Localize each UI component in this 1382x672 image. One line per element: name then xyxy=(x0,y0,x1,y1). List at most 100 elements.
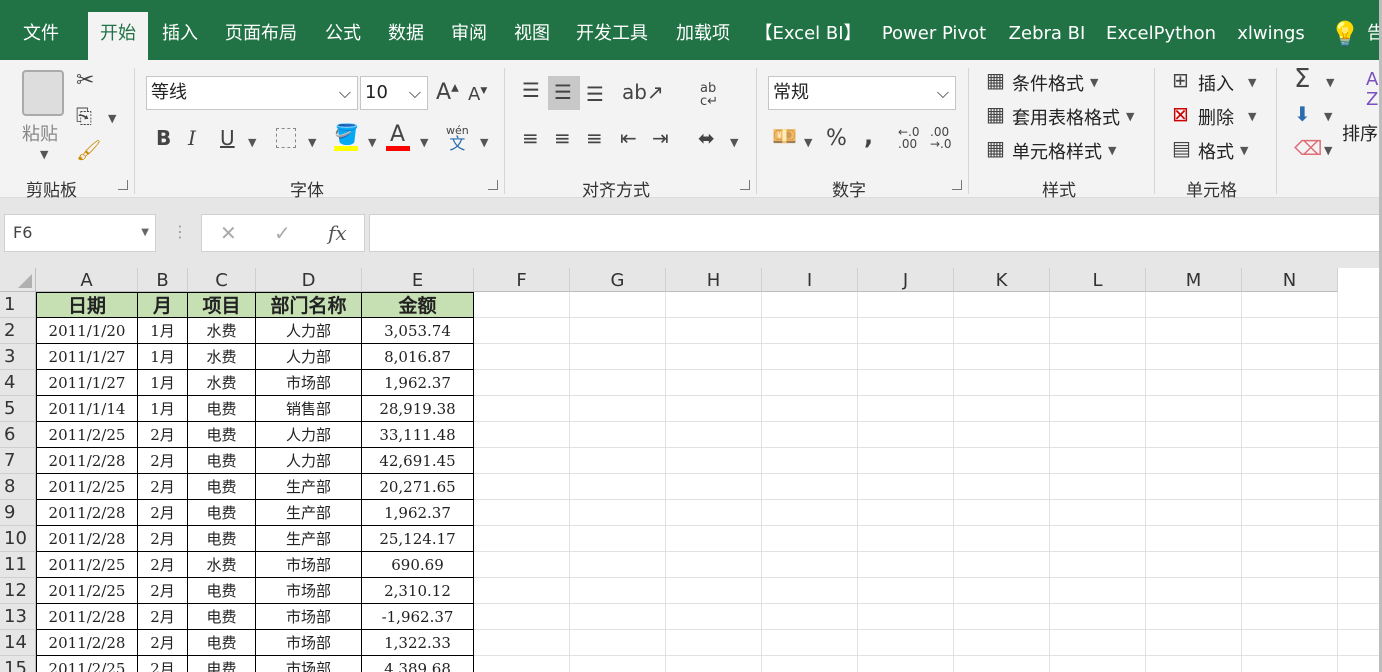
format-cells-icon[interactable]: ▤ xyxy=(1172,138,1191,158)
column-header-I[interactable]: I xyxy=(762,268,858,292)
wrap-text-icon[interactable]: ab c↵ xyxy=(700,82,718,108)
row-header[interactable]: 9 xyxy=(0,500,36,526)
tab-8[interactable]: 开发工具 xyxy=(566,12,658,60)
chevron-down-icon[interactable]: ▼ xyxy=(480,136,488,149)
bold-button[interactable]: B xyxy=(156,128,171,148)
table-cell[interactable]: 8,016.87 xyxy=(362,344,474,370)
chevron-down-icon[interactable]: ▼ xyxy=(1324,110,1332,123)
table-cell[interactable]: 2011/2/25 xyxy=(36,656,138,672)
row-header[interactable]: 5 xyxy=(0,396,36,422)
row-header[interactable]: 12 xyxy=(0,578,36,604)
row-header[interactable]: 14 xyxy=(0,630,36,656)
tab-11[interactable]: Power Pivot xyxy=(876,12,992,60)
table-cell[interactable]: 2月 xyxy=(138,474,188,500)
table-cell[interactable]: 电费 xyxy=(188,448,256,474)
increase-decimal-icon[interactable]: ←.0.00 xyxy=(898,126,920,150)
column-header-J[interactable]: J xyxy=(858,268,954,292)
dialog-launcher-icon[interactable] xyxy=(118,180,128,190)
table-cell[interactable]: 2011/2/25 xyxy=(36,474,138,500)
row-header[interactable]: 6 xyxy=(0,422,36,448)
format-as-table-button[interactable]: 套用表格格式 xyxy=(1012,104,1120,130)
table-cell[interactable]: 电费 xyxy=(188,578,256,604)
clear-icon[interactable]: ⌫ xyxy=(1294,138,1322,158)
chevron-down-icon[interactable]: ▼ xyxy=(1090,76,1098,89)
tab-4[interactable]: 公式 xyxy=(313,12,373,60)
align-top-icon[interactable]: ☰ xyxy=(522,80,540,100)
tab-1[interactable]: 开始 xyxy=(88,12,148,60)
conditional-format-icon[interactable]: ▦ xyxy=(986,70,1005,90)
table-cell[interactable]: 2011/2/25 xyxy=(36,552,138,578)
table-cell[interactable]: 1月 xyxy=(138,396,188,422)
table-cell[interactable]: 市场部 xyxy=(256,578,362,604)
table-cell[interactable]: 2011/2/28 xyxy=(36,500,138,526)
font-size-select[interactable]: 10 ⌵ xyxy=(360,76,428,110)
table-cell[interactable]: 2月 xyxy=(138,526,188,552)
table-cell[interactable]: 电费 xyxy=(188,656,256,672)
row-header[interactable]: 1 xyxy=(0,292,36,318)
table-cell[interactable]: 电费 xyxy=(188,422,256,448)
format-as-table-icon[interactable]: ▦ xyxy=(986,104,1005,124)
table-cell[interactable]: 水费 xyxy=(188,318,256,344)
insert-cells-button[interactable]: 插入 xyxy=(1198,70,1234,96)
chevron-down-icon[interactable]: ▼ xyxy=(1108,144,1116,157)
column-header-F[interactable]: F xyxy=(474,268,570,292)
table-cell[interactable]: 水费 xyxy=(188,344,256,370)
table-cell[interactable]: 2011/2/25 xyxy=(36,422,138,448)
row-header[interactable]: 11 xyxy=(0,552,36,578)
column-header-A[interactable]: A xyxy=(36,268,138,292)
table-cell[interactable]: 2011/2/28 xyxy=(36,526,138,552)
column-header-K[interactable]: K xyxy=(954,268,1050,292)
tab-14[interactable]: xlwings xyxy=(1230,12,1312,60)
decrease-font-icon[interactable]: A▼ xyxy=(468,86,487,104)
tab-2[interactable]: 插入 xyxy=(150,12,210,60)
table-cell[interactable]: 市场部 xyxy=(256,630,362,656)
decrease-indent-icon[interactable]: ⇤ xyxy=(620,128,637,148)
fill-color-icon[interactable]: 🪣 xyxy=(334,124,359,144)
insert-cells-icon[interactable]: ⊞ xyxy=(1172,70,1189,90)
table-cell[interactable]: 2011/1/27 xyxy=(36,344,138,370)
table-cell[interactable]: 25,124.17 xyxy=(362,526,474,552)
tab-0[interactable]: 文件 xyxy=(10,12,72,60)
chevron-down-icon[interactable]: ▼ xyxy=(1248,76,1256,89)
table-cell[interactable]: 2月 xyxy=(138,630,188,656)
dialog-launcher-icon[interactable] xyxy=(952,180,962,190)
row-header[interactable]: 7 xyxy=(0,448,36,474)
tab-7[interactable]: 视图 xyxy=(502,12,562,60)
chevron-down-icon[interactable]: ▼ xyxy=(1324,144,1332,157)
name-box[interactable]: F6 ▼ xyxy=(4,214,156,252)
table-header-cell[interactable]: 日期 xyxy=(36,292,138,318)
table-cell[interactable]: 3,053.74 xyxy=(362,318,474,344)
align-right-icon[interactable]: ≡ xyxy=(586,128,603,148)
table-cell[interactable]: 2011/2/28 xyxy=(36,448,138,474)
chevron-down-icon[interactable]: ▼ xyxy=(1326,76,1334,89)
tab-6[interactable]: 审阅 xyxy=(439,12,499,60)
cell-styles-icon[interactable]: ▦ xyxy=(986,138,1005,158)
decrease-decimal-icon[interactable]: .00 →.0 xyxy=(930,126,952,150)
table-cell[interactable]: 28,919.38 xyxy=(362,396,474,422)
column-header-E[interactable]: E xyxy=(362,268,474,292)
cancel-icon[interactable]: ✕ xyxy=(220,221,237,245)
delete-cells-icon[interactable]: ⊠ xyxy=(1172,104,1189,124)
table-cell[interactable]: 生产部 xyxy=(256,526,362,552)
table-cell[interactable]: 690.69 xyxy=(362,552,474,578)
borders-icon[interactable] xyxy=(276,128,296,148)
table-cell[interactable]: 2月 xyxy=(138,604,188,630)
table-cell[interactable]: 人力部 xyxy=(256,422,362,448)
chevron-down-icon[interactable]: ▼ xyxy=(1248,110,1256,123)
enter-icon[interactable]: ✓ xyxy=(274,221,291,245)
align-left-icon[interactable]: ≡ xyxy=(522,128,539,148)
chevron-down-icon[interactable]: ▼ xyxy=(368,136,376,149)
table-cell[interactable]: 2月 xyxy=(138,500,188,526)
row-header[interactable]: 3 xyxy=(0,344,36,370)
table-cell[interactable]: 2011/2/25 xyxy=(36,578,138,604)
table-header-cell[interactable]: 金额 xyxy=(362,292,474,318)
font-color-icon[interactable]: A xyxy=(390,124,405,146)
table-cell[interactable]: 电费 xyxy=(188,604,256,630)
copy-icon[interactable]: ⎘ xyxy=(76,106,92,126)
cell-styles-button[interactable]: 单元格样式 xyxy=(1012,138,1102,164)
chevron-down-icon[interactable]: ▼ xyxy=(420,136,428,149)
table-cell[interactable]: 1月 xyxy=(138,318,188,344)
merge-center-icon[interactable]: ⬌ xyxy=(698,128,715,148)
insert-function-icon[interactable]: fx xyxy=(328,221,347,245)
table-cell[interactable]: 水费 xyxy=(188,370,256,396)
